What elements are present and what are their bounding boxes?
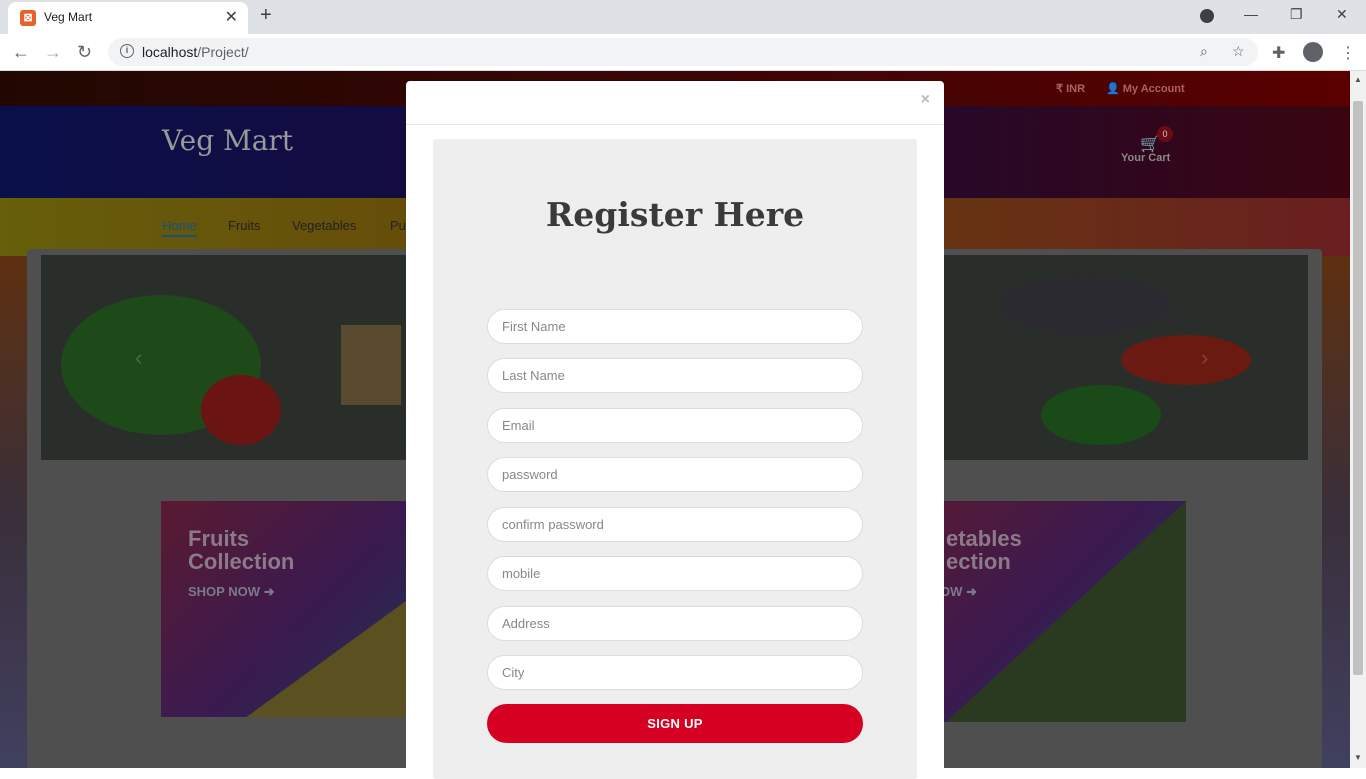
slider-prev-icon[interactable]: ‹ xyxy=(135,345,142,371)
info-icon[interactable]: i xyxy=(120,44,134,58)
nav-partial-item[interactable]: Pu xyxy=(390,218,406,233)
page-scrollbar[interactable]: ▲ ▼ xyxy=(1350,71,1366,768)
veg-image-shape xyxy=(201,375,281,445)
extensions-icon[interactable]: ✚ xyxy=(1272,43,1285,63)
site-logo[interactable]: Veg Mart xyxy=(162,124,293,157)
scroll-thumb[interactable] xyxy=(1353,101,1363,675)
veg-image-shape xyxy=(1121,335,1251,385)
tab-close-icon[interactable]: ✕ xyxy=(225,7,238,27)
xampp-favicon-icon: ⊠ xyxy=(20,10,36,26)
veg-image-shape xyxy=(341,325,401,405)
veg-image-shape xyxy=(1001,275,1171,335)
city-input[interactable] xyxy=(487,655,863,690)
form-title: Register Here xyxy=(545,195,805,234)
password-input[interactable] xyxy=(487,457,863,492)
tab-search-icon[interactable] xyxy=(1200,9,1214,23)
shop-now-link[interactable]: OW ➜ xyxy=(940,584,977,600)
nav-vegetables[interactable]: Vegetables xyxy=(292,218,356,233)
new-tab-icon[interactable]: + xyxy=(260,4,272,27)
bookmark-star-icon[interactable]: ☆ xyxy=(1232,43,1245,60)
nav-fruits[interactable]: Fruits xyxy=(228,218,261,233)
tab-title: Veg Mart xyxy=(44,10,93,24)
my-account-link[interactable]: 👤 My Account xyxy=(1106,82,1185,95)
cart-count-badge: 0 xyxy=(1157,126,1173,142)
register-form: Register Here SIGN UP xyxy=(433,139,917,779)
menu-kebab-icon[interactable]: ⋮ xyxy=(1340,43,1356,63)
modal-divider xyxy=(406,124,944,125)
mobile-input[interactable] xyxy=(487,556,863,591)
scroll-up-icon[interactable]: ▲ xyxy=(1354,75,1362,84)
browser-tabbar: ⊠ Veg Mart ✕ + — ❐ ✕ xyxy=(0,0,1366,34)
restore-icon[interactable]: ❐ xyxy=(1290,6,1303,23)
back-icon[interactable]: ← xyxy=(12,42,30,63)
email-input[interactable] xyxy=(487,408,863,443)
reload-icon[interactable]: ↻ xyxy=(77,42,92,63)
cart-label[interactable]: Your Cart xyxy=(1121,152,1170,164)
veg-image-shape xyxy=(1041,385,1161,445)
sign-up-button[interactable]: SIGN UP xyxy=(487,704,863,743)
slider-next-icon[interactable]: › xyxy=(1201,345,1208,371)
first-name-input[interactable] xyxy=(487,309,863,344)
nav-home[interactable]: Home xyxy=(162,218,197,237)
scroll-down-icon[interactable]: ▼ xyxy=(1354,753,1362,762)
modal-close-button[interactable]: × xyxy=(921,91,930,109)
last-name-input[interactable] xyxy=(487,358,863,393)
forward-icon[interactable]: → xyxy=(44,42,62,63)
browser-toolbar: ← → ↻ i localhost/Project/ ⌕ ☆ ✚ ⋮ xyxy=(0,34,1366,71)
confirm-password-input[interactable] xyxy=(487,507,863,542)
window-close-icon[interactable]: ✕ xyxy=(1336,6,1348,23)
browser-tab[interactable]: ⊠ Veg Mart ✕ xyxy=(8,2,248,34)
promo-title: etables ection xyxy=(946,526,1022,574)
address-input[interactable] xyxy=(487,606,863,641)
minimize-icon[interactable]: — xyxy=(1244,6,1258,22)
address-bar[interactable]: i localhost/Project/ ⌕ ☆ xyxy=(108,38,1258,66)
profile-avatar-icon[interactable] xyxy=(1303,42,1323,62)
url-text: localhost/Project/ xyxy=(142,44,249,60)
zoom-icon[interactable]: ⌕ xyxy=(1200,43,1208,60)
shop-now-link[interactable]: SHOP NOW ➜ xyxy=(188,584,275,600)
register-modal: × Register Here SIGN UP xyxy=(406,81,944,779)
currency-selector[interactable]: ₹ INR xyxy=(1056,82,1085,95)
promo-title: Fruits Collection xyxy=(188,526,295,574)
